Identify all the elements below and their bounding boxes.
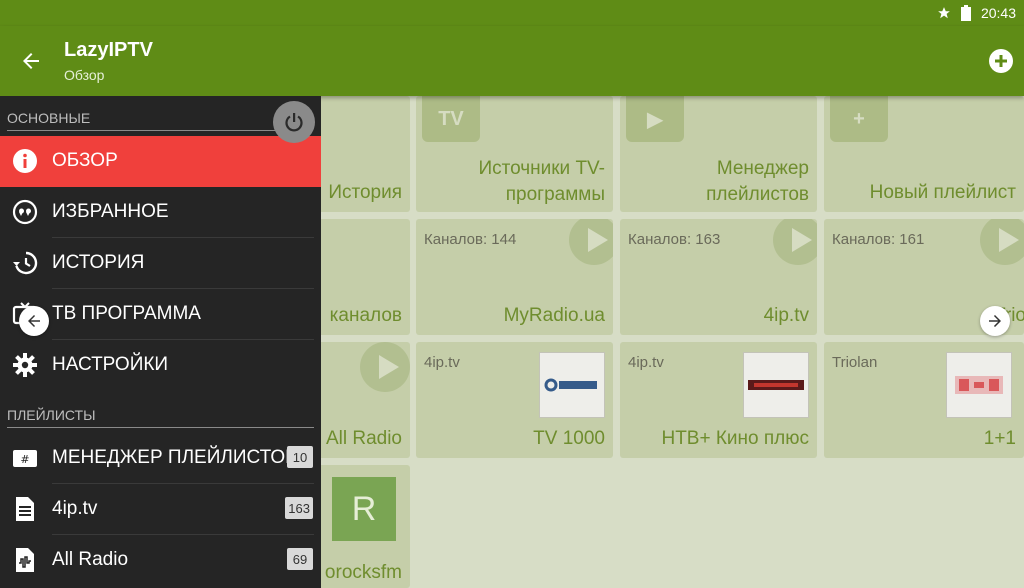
drawer-item-label: 4ip.tv <box>52 498 98 519</box>
drawer-item-overview[interactable]: ОБЗОР <box>0 136 321 187</box>
history-icon <box>11 249 39 277</box>
tile-name: All Radio <box>325 428 402 449</box>
drawer-item-history[interactable]: ИСТОРИЯ <box>0 238 321 289</box>
drawer-item-label: ТВ ПРОГРАММА <box>52 303 201 324</box>
tile-playlist-manager[interactable]: ▶ Менеджер плейлистов <box>620 96 817 212</box>
arrow-right-icon <box>989 315 1001 327</box>
drawer-item-all-radio[interactable]: All Radio 69 <box>0 535 321 586</box>
arrow-back-icon <box>23 53 39 69</box>
drawer-item-tv-guide[interactable]: ТВ ПРОГРАММА <box>0 289 321 340</box>
add-playlist-button[interactable] <box>988 48 1014 74</box>
channel-count: Каналов: 161 <box>832 231 925 248</box>
tile-1plus1[interactable]: Triolan 1+1 <box>824 342 1024 458</box>
drawer-item-label: ОБЗОР <box>52 150 118 171</box>
audio-file-icon <box>11 546 39 574</box>
tile-name: TV 1000 <box>533 428 605 449</box>
gear-icon <box>11 351 39 379</box>
status-time: 20:43 <box>980 5 1016 21</box>
tile-tv-sources[interactable]: TV Источники TV-программы <box>416 96 613 212</box>
tile-name: orocksfm <box>324 562 402 583</box>
tile-myradio[interactable]: Каналов: 144 MyRadio.ua <box>416 219 613 335</box>
channel-logo <box>539 352 605 418</box>
tile-name: Менеджер плейлистов <box>706 158 809 205</box>
drawer-item-label: ИСТОРИЯ <box>52 252 145 273</box>
station-logo: R <box>332 477 396 541</box>
tile-name: НТВ+ Кино плюс <box>661 428 809 449</box>
play-icon[interactable] <box>980 219 1024 265</box>
arrow-left-icon <box>28 315 40 327</box>
tile-name: 4ip.tv <box>763 305 809 326</box>
drawer-item-label: НАСТРОЙКИ <box>52 354 169 375</box>
back-button[interactable] <box>16 46 46 76</box>
status-bar-right: 20:43 <box>937 0 1016 26</box>
tile-name: каналов <box>329 305 402 326</box>
battery-icon <box>960 5 971 21</box>
count-badge: 10 <box>287 446 313 468</box>
section-divider <box>7 130 281 131</box>
svg-text:#: # <box>20 453 29 466</box>
playlist-manager-icon: # <box>11 444 39 472</box>
app-bar: LazyIPTV Обзор <box>0 26 1024 96</box>
tile-ntv-kino[interactable]: 4ip.tv НТВ+ Кино плюс <box>620 342 817 458</box>
scroll-right-button[interactable] <box>980 306 1010 336</box>
play-icon[interactable] <box>360 342 410 392</box>
section-divider <box>7 427 314 428</box>
channel-logo <box>743 352 809 418</box>
drawer-item-label: МЕНЕДЖЕР ПЛЕЙЛИСТОВ <box>52 447 298 468</box>
power-button[interactable] <box>273 101 315 143</box>
app-subtitle: Обзор <box>64 67 105 83</box>
play-icon[interactable] <box>773 219 817 265</box>
quote-icon <box>11 198 39 226</box>
channel-logo <box>946 352 1012 418</box>
tile-name: 1+1 <box>983 428 1016 449</box>
section-header-main: ОСНОВНЫЕ <box>7 110 91 126</box>
tv-icon: TV <box>422 96 480 142</box>
status-bar: 20:43 <box>0 0 1024 26</box>
drawer-item-favorites[interactable]: ИЗБРАННОЕ <box>0 187 321 238</box>
playlist-icon: ▶ <box>626 96 684 142</box>
tile-name: Новый плейлист <box>869 182 1016 203</box>
drawer-item-settings[interactable]: НАСТРОЙКИ <box>0 340 321 391</box>
drawer-item-label: All Radio <box>52 549 129 570</box>
play-icon[interactable] <box>569 219 613 265</box>
drawer-item-playlist-manager[interactable]: # МЕНЕДЖЕР ПЛЕЙЛИСТОВ 10 <box>0 433 321 484</box>
tile-new-playlist[interactable]: + Новый плейлист <box>824 96 1024 212</box>
add-circle-icon <box>989 49 1013 73</box>
channel-count: Каналов: 163 <box>628 231 721 248</box>
tile-4iptv[interactable]: Каналов: 163 4ip.tv <box>620 219 817 335</box>
tile-name: История <box>328 182 402 203</box>
app-title: LazyIPTV <box>64 39 153 61</box>
navigation-drawer: ОСНОВНЫЕ ОБЗОР ИЗБРАННОЕ ИСТОРИЯ ТВ ПРОГ… <box>0 96 321 588</box>
scroll-left-button[interactable] <box>19 306 49 336</box>
power-icon <box>285 113 303 132</box>
document-icon <box>11 495 39 523</box>
channel-count: Каналов: 144 <box>424 231 517 248</box>
tile-name: MyRadio.ua <box>503 305 605 326</box>
add-playlist-icon: + <box>830 96 888 142</box>
provider-name: 4ip.tv <box>424 354 460 371</box>
count-badge: 163 <box>285 497 313 519</box>
drawer-item-4iptv[interactable]: 4ip.tv 163 <box>0 484 321 535</box>
tile-tv1000[interactable]: 4ip.tv TV 1000 <box>416 342 613 458</box>
provider-name: Triolan <box>832 354 878 371</box>
provider-name: 4ip.tv <box>628 354 664 371</box>
count-badge: 69 <box>287 548 313 570</box>
section-header-playlists: ПЛЕЙЛИСТЫ <box>7 407 96 423</box>
star-icon <box>938 7 950 19</box>
info-icon <box>11 147 39 175</box>
drawer-item-label: ИЗБРАННОЕ <box>52 201 169 222</box>
tile-name: Источники TV-программы <box>478 158 605 205</box>
